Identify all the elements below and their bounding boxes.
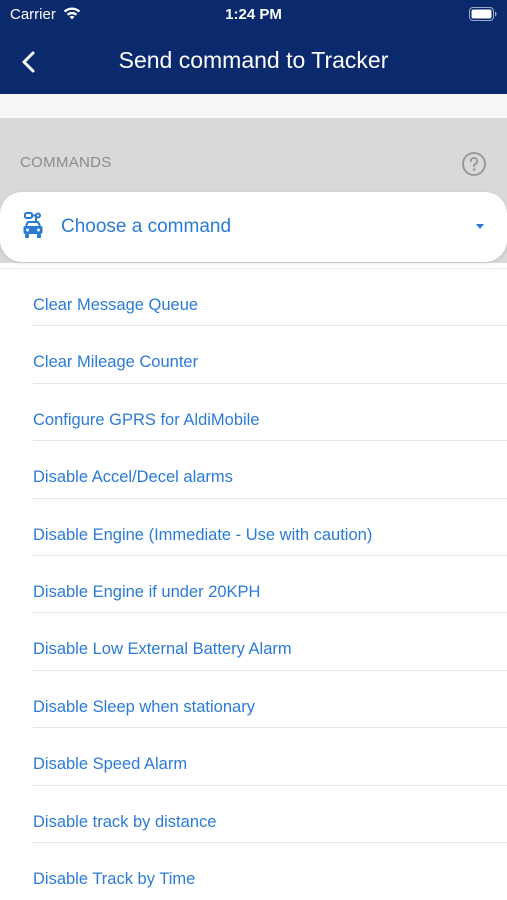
command-list: Clear Message Queue Clear Mileage Counte… <box>0 268 507 900</box>
command-dropdown[interactable]: Choose a command <box>0 192 507 262</box>
command-item[interactable]: Disable track by distance <box>33 786 507 843</box>
section-label: COMMANDS <box>20 154 112 171</box>
command-item[interactable]: Disable Speed Alarm <box>33 728 507 786</box>
command-item[interactable]: Disable Sleep when stationary <box>33 671 507 729</box>
battery-icon <box>469 7 497 21</box>
caret-down-icon <box>476 224 484 229</box>
command-item[interactable]: Disable Engine if under 20KPH <box>33 556 507 614</box>
dropdown-label: Choose a command <box>61 216 232 237</box>
page-title: Send command to Tracker <box>118 47 389 73</box>
command-item[interactable]: Disable Track by Time <box>33 843 507 900</box>
status-bar: Carrier 1:24 PM <box>0 0 507 30</box>
status-time: 1:24 PM <box>225 6 282 23</box>
command-item[interactable]: Configure GPRS for AldiMobile <box>33 384 507 442</box>
command-label: Disable Track by Time <box>33 869 196 888</box>
car-icon <box>23 212 43 238</box>
command-item[interactable]: Clear Message Queue <box>33 269 507 327</box>
navigation-bar: Send command to Tracker <box>0 30 507 94</box>
command-item[interactable]: Clear Mileage Counter <box>33 326 507 384</box>
command-item[interactable]: Disable Low External Battery Alarm <box>33 613 507 671</box>
command-item[interactable]: Disable Accel/Decel alarms <box>33 441 507 499</box>
help-circle-icon[interactable] <box>461 151 487 177</box>
command-item[interactable]: Disable Engine (Immediate - Use with cau… <box>33 499 507 556</box>
header-spacer <box>0 94 507 118</box>
